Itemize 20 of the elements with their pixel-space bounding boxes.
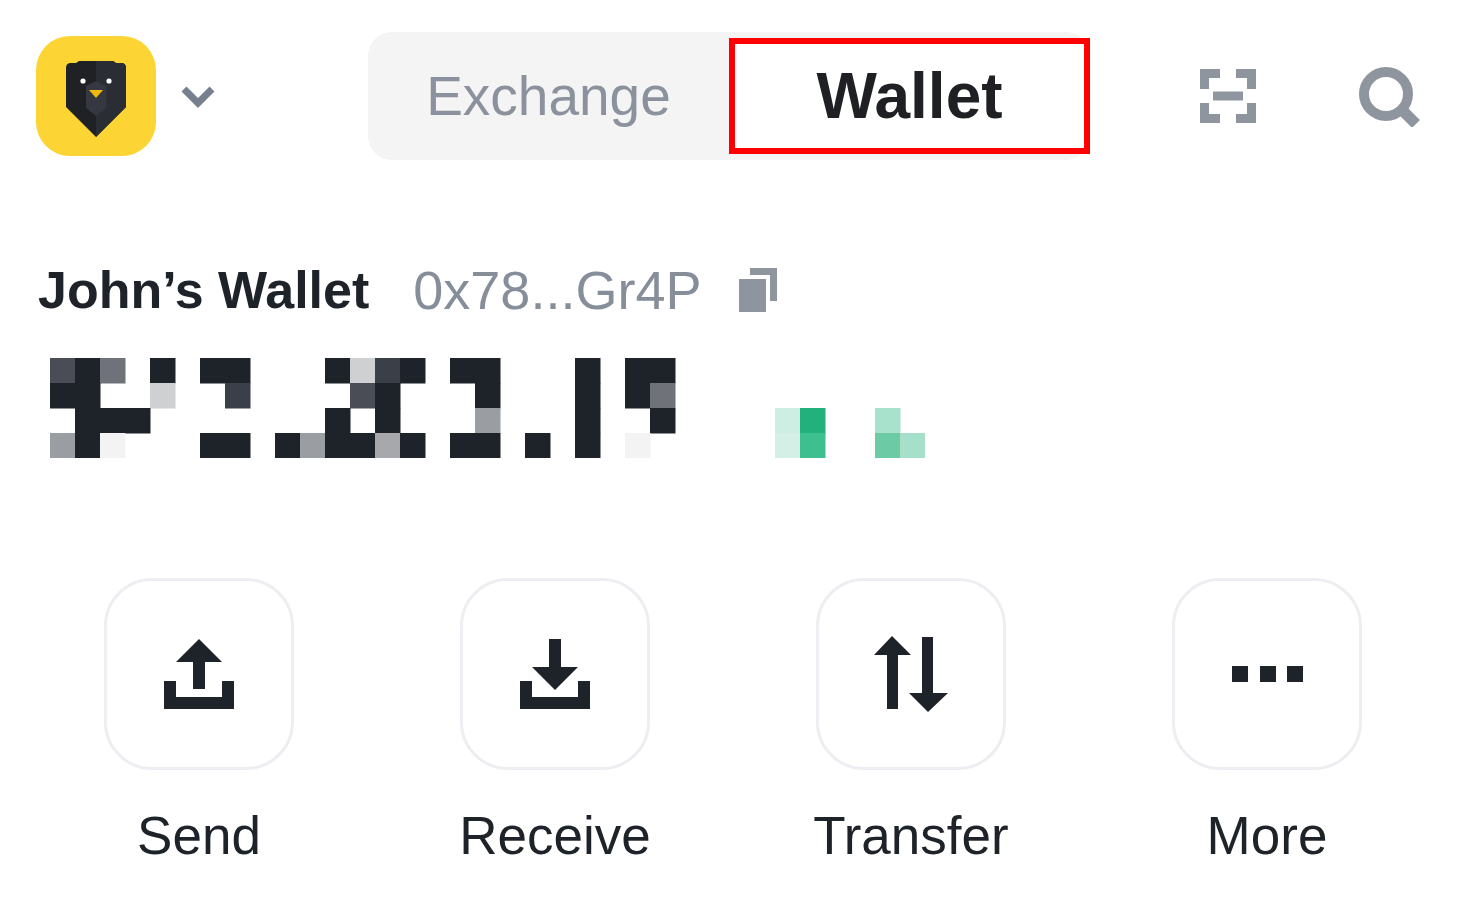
search-icon[interactable] — [1358, 65, 1420, 127]
action-label: More — [1206, 805, 1328, 867]
action-button[interactable] — [460, 578, 650, 770]
wallet-address: 0x78...Gr4P — [413, 263, 702, 317]
action-button[interactable] — [816, 578, 1006, 770]
scan-icon[interactable] — [1200, 69, 1256, 123]
action-label: Send — [137, 805, 261, 867]
action-label: Receive — [459, 805, 651, 867]
more-icon — [1231, 666, 1303, 682]
action-label: Transfer — [813, 805, 1009, 867]
action-button[interactable] — [104, 578, 294, 770]
up-down-arrows-icon — [874, 636, 948, 712]
chevron-down-icon[interactable] — [180, 84, 216, 108]
copy-icon[interactable] — [739, 268, 778, 312]
download-icon — [520, 639, 590, 709]
tab[interactable]: Wallet — [729, 38, 1090, 154]
upload-icon — [164, 639, 234, 709]
action-button[interactable] — [1172, 578, 1362, 770]
wallet-name: John’s Wallet — [38, 264, 370, 316]
bear-logo-icon — [36, 36, 156, 156]
